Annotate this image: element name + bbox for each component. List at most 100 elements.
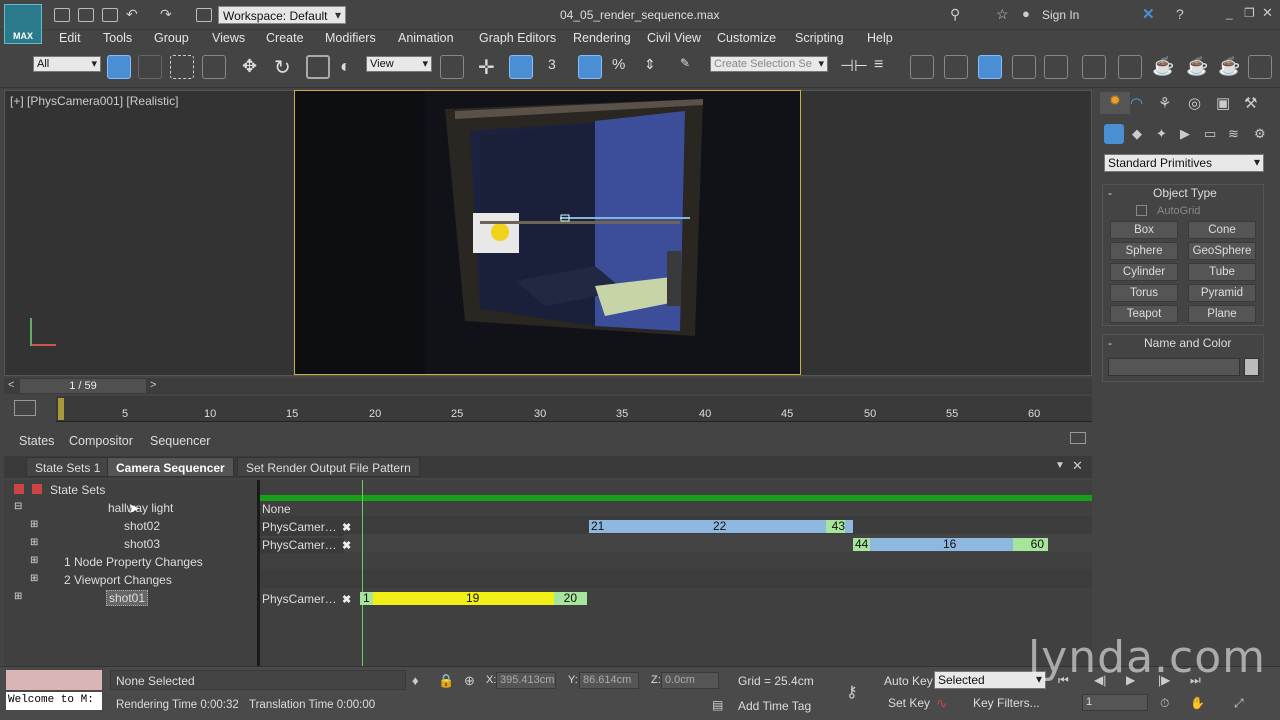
cylinder-button[interactable]: Cylinder <box>1110 263 1178 281</box>
reference-coordinate-dropdown[interactable]: View <box>366 56 432 72</box>
space-warps-icon[interactable]: ≋ <box>1228 126 1239 142</box>
shot03-range-bar[interactable]: 44 16 60 <box>853 538 1048 551</box>
expand-icon[interactable]: ⊞ <box>30 537 38 548</box>
undo-icon[interactable]: ↶ <box>126 6 138 23</box>
render-production-icon[interactable]: ☕ <box>1186 56 1208 77</box>
hierarchy-tab-icon[interactable]: ⚘ <box>1158 94 1171 112</box>
time-tag-icon[interactable]: ▤ <box>712 698 723 712</box>
menu-civil-view[interactable]: Civil View <box>647 31 701 45</box>
maxscript-listener-pink[interactable] <box>6 670 102 690</box>
clear-camera-icon[interactable]: ✖ <box>342 593 351 606</box>
workspace-dropdown[interactable]: Workspace: Default <box>218 6 346 24</box>
maximize-viewport-icon[interactable]: ⤢ <box>1234 696 1244 711</box>
menu-customize[interactable]: Customize <box>717 31 776 45</box>
toggle-layer-explorer-button[interactable] <box>944 55 968 79</box>
object-color-swatch[interactable] <box>1244 358 1259 376</box>
expand-icon[interactable]: ⊞ <box>14 591 22 602</box>
menu-rendering[interactable]: Rendering <box>573 31 631 45</box>
camera-field[interactable]: PhysCamer… <box>260 592 344 608</box>
state-shot02[interactable]: shot02 <box>124 519 160 533</box>
object-name-field[interactable] <box>1108 358 1240 376</box>
tube-button[interactable]: Tube <box>1188 263 1256 281</box>
mini-curve-editor-icon[interactable] <box>14 400 36 416</box>
subtab-render-output-pattern[interactable]: Set Render Output File Pattern <box>237 457 420 477</box>
viewport-label[interactable]: [+] [PhysCamera001] [Realistic] <box>10 94 178 108</box>
sphere-button[interactable]: Sphere <box>1110 242 1178 260</box>
key-icon[interactable]: ⚷ <box>846 682 858 702</box>
snaps-toggle-icon[interactable]: 3 <box>548 56 556 72</box>
expand-icon[interactable]: ⊞ <box>30 573 38 584</box>
maxscript-mini-listener[interactable]: Welcome to M: <box>6 692 102 710</box>
pivot-button[interactable] <box>440 55 464 79</box>
y-coordinate-field[interactable]: 86.614cm <box>579 672 639 689</box>
named-selection-dropdown[interactable]: Create Selection Se <box>710 56 828 72</box>
add-time-tag[interactable]: Add Time Tag <box>738 699 811 713</box>
camera-field[interactable]: PhysCamer… <box>260 520 344 536</box>
rendered-frame-window-icon[interactable]: ☕ <box>1152 56 1174 77</box>
open-file-icon[interactable] <box>78 8 94 22</box>
menu-tools[interactable]: Tools <box>103 31 132 45</box>
auto-key-button[interactable]: Auto Key <box>884 674 933 688</box>
clear-camera-icon[interactable]: ✖ <box>342 521 351 534</box>
camera-field[interactable]: PhysCamer… <box>260 538 344 554</box>
subtab-state-sets-1[interactable]: State Sets 1 <box>26 457 110 477</box>
display-tab-icon[interactable]: ▣ <box>1216 94 1230 112</box>
align-icon[interactable]: ≡ <box>874 56 883 74</box>
rollout-toggle-icon[interactable]: - <box>1108 336 1112 350</box>
pyramid-button[interactable]: Pyramid <box>1188 284 1256 302</box>
motion-tab-icon[interactable]: ◎ <box>1188 94 1201 112</box>
state-sets-root[interactable]: State Sets <box>50 483 105 497</box>
tab-states[interactable]: States <box>19 434 54 448</box>
curve-editor-button[interactable] <box>1012 55 1036 79</box>
menu-group[interactable]: Group <box>154 31 189 45</box>
select-by-name-button[interactable] <box>138 55 162 79</box>
render-in-cloud-button[interactable] <box>1248 55 1272 79</box>
state-hallway-light[interactable]: hallway light <box>108 501 173 515</box>
next-frame-icon[interactable]: > <box>150 379 156 391</box>
viewport-changes[interactable]: 2 Viewport Changes <box>64 573 172 587</box>
percent-snap-icon[interactable]: % <box>612 56 625 73</box>
time-config-icon[interactable]: ⏱ <box>1160 696 1169 711</box>
schematic-view-button[interactable] <box>1044 55 1068 79</box>
tab-compositor[interactable]: Compositor <box>69 434 133 448</box>
toggle-ribbon-button[interactable] <box>978 55 1002 79</box>
plane-button[interactable]: Plane <box>1188 305 1256 323</box>
clear-camera-icon[interactable]: ✖ <box>342 539 351 552</box>
z-coordinate-field[interactable]: 0.0cm <box>661 672 719 689</box>
restore-icon[interactable]: ❐ <box>1244 6 1255 20</box>
render-setup-button[interactable] <box>1118 55 1142 79</box>
dropdown-arrow-icon[interactable]: ▼ <box>1055 460 1065 471</box>
isolate-icon[interactable]: ♦ <box>412 673 419 688</box>
utilities-tab-icon[interactable]: ⚒ <box>1244 94 1257 112</box>
cameras-icon[interactable]: ▶ <box>1180 126 1190 142</box>
menu-views[interactable]: Views <box>212 31 245 45</box>
geometry-icon[interactable] <box>1104 124 1124 144</box>
spinner-snap-icon[interactable]: ⇕ <box>644 56 656 73</box>
rollout-toggle-icon[interactable]: - <box>1108 186 1112 200</box>
absolute-mode-icon[interactable]: ⊕ <box>464 673 475 689</box>
close-panel-icon[interactable]: ✕ <box>1072 458 1083 474</box>
modify-tab-icon[interactable]: ◠ <box>1130 94 1143 112</box>
lock-icon[interactable]: 🔒 <box>438 673 454 689</box>
select-object-button[interactable] <box>107 55 131 79</box>
shot01-range-bar[interactable]: 1 19 20 <box>360 592 587 605</box>
material-editor-button[interactable] <box>1082 55 1106 79</box>
selection-filter-dropdown[interactable]: All <box>33 56 101 72</box>
render-iterative-icon[interactable]: ☕ <box>1218 56 1240 77</box>
menu-graph-editors[interactable]: Graph Editors <box>479 31 556 45</box>
rect-selection-button[interactable] <box>170 55 194 79</box>
object-category-dropdown[interactable]: Standard Primitives <box>1104 154 1264 172</box>
star-icon[interactable]: ☆ <box>996 6 1009 23</box>
new-file-icon[interactable] <box>54 8 70 22</box>
redo-icon[interactable]: ↷ <box>160 6 172 23</box>
prev-frame-icon[interactable]: < <box>8 379 14 391</box>
collapse-icon[interactable]: ⊟ <box>14 501 22 512</box>
tab-sequencer[interactable]: Sequencer <box>150 434 210 448</box>
toggle-scene-explorer-button[interactable] <box>910 55 934 79</box>
window-crossing-button[interactable] <box>202 55 226 79</box>
minimize-icon[interactable]: _ <box>1226 6 1233 20</box>
save-file-icon[interactable] <box>102 8 118 22</box>
scale-button[interactable] <box>306 55 330 79</box>
subtab-camera-sequencer[interactable]: Camera Sequencer <box>107 457 234 477</box>
exchange-icon[interactable]: ✕ <box>1142 5 1155 23</box>
